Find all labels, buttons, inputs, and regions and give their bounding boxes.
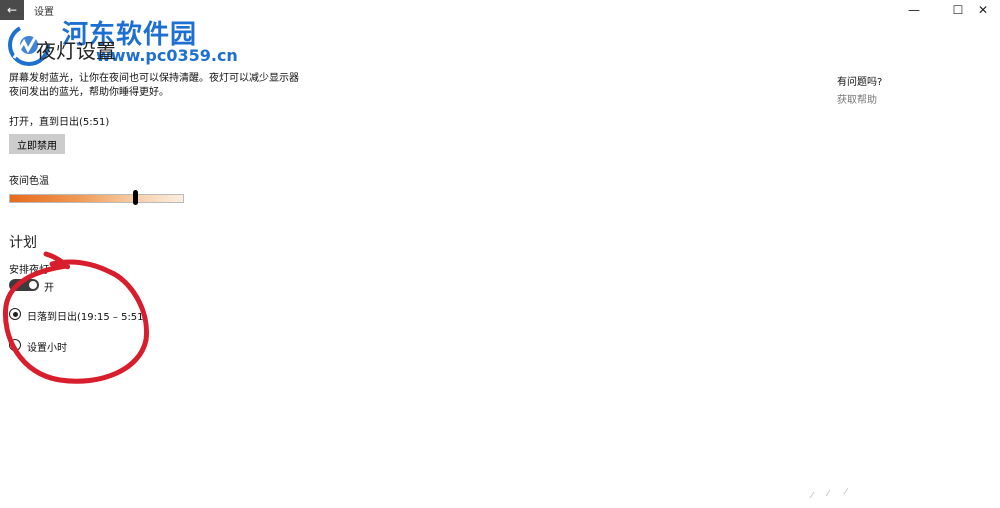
back-button[interactable]: ← bbox=[0, 0, 24, 20]
description-line: 夜间发出的蓝光，帮助你睡得更好。 bbox=[9, 87, 169, 98]
get-help-link[interactable]: 获取帮助 bbox=[837, 91, 877, 106]
schedule-heading: 计划 bbox=[9, 235, 37, 251]
toggle-knob bbox=[29, 281, 37, 289]
toggle-state-label: 开 bbox=[44, 283, 54, 294]
color-temp-slider-thumb[interactable] bbox=[133, 190, 139, 205]
radio-label: 设置小时 bbox=[27, 343, 67, 354]
radio-selected-icon bbox=[9, 308, 21, 320]
radio-label: 日落到日出(19:15 – 5:51) bbox=[27, 312, 148, 323]
color-temp-slider[interactable] bbox=[9, 194, 184, 203]
minimize-button[interactable]: — bbox=[897, 0, 931, 20]
window-title: 设置 bbox=[34, 7, 54, 18]
back-arrow-icon: ← bbox=[6, 3, 18, 17]
close-icon: ✕ bbox=[977, 3, 989, 17]
color-temp-label: 夜间色温 bbox=[9, 176, 49, 187]
decorative-marks bbox=[809, 487, 849, 499]
description-line: 屏幕发射蓝光，让你在夜间也可以保持清醒。夜灯可以减少显示器 bbox=[9, 73, 299, 84]
help-question: 有问题吗? bbox=[837, 77, 883, 88]
page-title: 夜灯设置 bbox=[36, 39, 116, 63]
maximize-icon: ☐ bbox=[952, 3, 964, 17]
schedule-toggle[interactable] bbox=[9, 279, 39, 291]
watermark-url: www.pc0359.cn bbox=[96, 46, 238, 65]
disable-now-button[interactable]: 立即禁用 bbox=[9, 134, 65, 154]
close-button[interactable]: ✕ bbox=[966, 0, 1000, 20]
radio-unselected-icon bbox=[9, 339, 21, 351]
night-light-status: 打开，直到日出(5:51) bbox=[9, 117, 110, 128]
description: 屏幕发射蓝光，让你在夜间也可以保持清醒。夜灯可以减少显示器 夜间发出的蓝光，帮助… bbox=[9, 72, 299, 100]
schedule-label: 安排夜灯 bbox=[9, 265, 49, 276]
minimize-icon: — bbox=[908, 3, 920, 17]
